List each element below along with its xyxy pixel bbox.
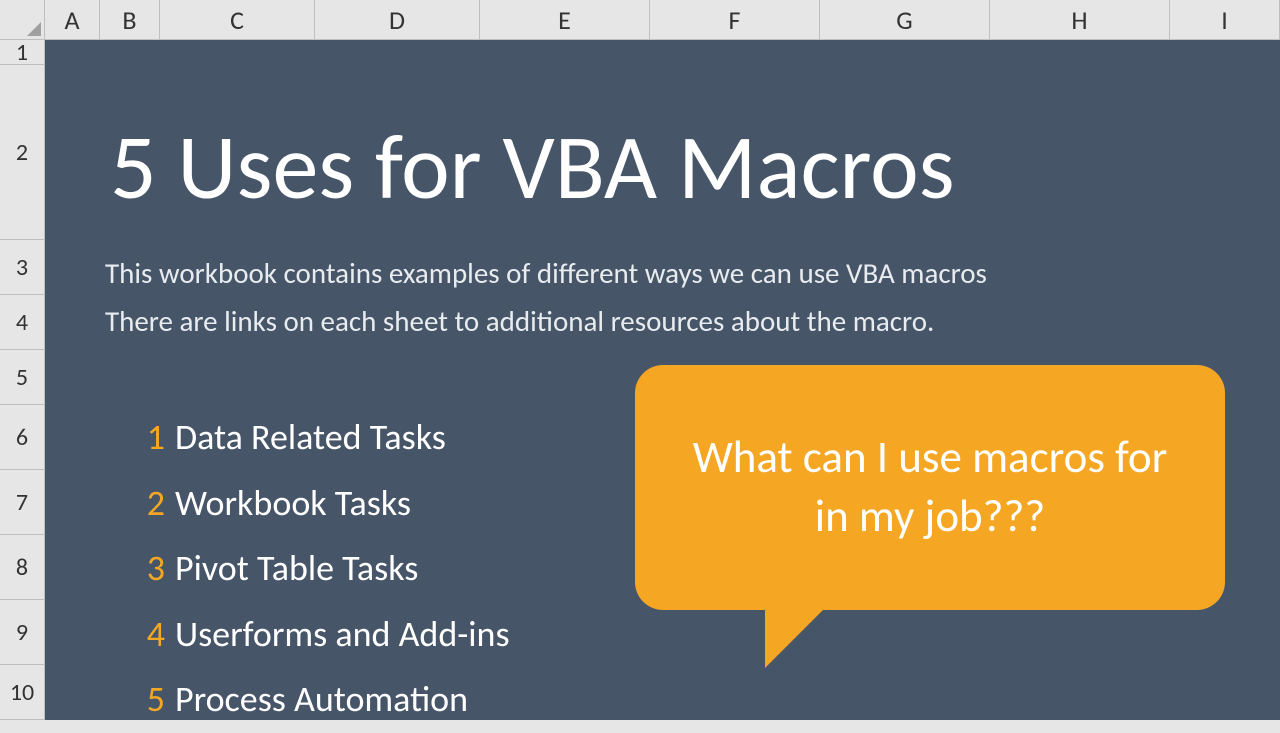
speech-callout-tail-icon: [765, 598, 835, 668]
description-text: This workbook contains examples of diffe…: [105, 250, 987, 346]
uses-list: 1 Data Related Tasks 2 Workbook Tasks 3 …: [125, 405, 510, 733]
list-number: 3: [125, 536, 165, 602]
select-all-corner[interactable]: [0, 0, 45, 40]
column-header[interactable]: H: [990, 0, 1170, 40]
column-header[interactable]: D: [315, 0, 480, 40]
list-number: 5: [125, 667, 165, 733]
row-header[interactable]: 4: [0, 295, 45, 350]
row-header[interactable]: 6: [0, 405, 45, 470]
description-line: This workbook contains examples of diffe…: [105, 250, 987, 298]
list-number: 2: [125, 471, 165, 537]
speech-callout: What can I use macros for in my job???: [635, 365, 1225, 610]
list-item: 5 Process Automation: [125, 667, 510, 733]
row-header[interactable]: 1: [0, 40, 45, 65]
column-header[interactable]: B: [100, 0, 160, 40]
row-header[interactable]: 7: [0, 470, 45, 535]
row-header[interactable]: 2: [0, 65, 45, 240]
row-header[interactable]: 5: [0, 350, 45, 405]
list-label: Data Related Tasks: [175, 405, 446, 471]
list-number: 4: [125, 602, 165, 668]
row-header[interactable]: 8: [0, 535, 45, 600]
column-header[interactable]: A: [45, 0, 100, 40]
list-label: Process Automation: [175, 667, 468, 733]
column-header[interactable]: C: [160, 0, 315, 40]
column-header[interactable]: E: [480, 0, 650, 40]
description-line: There are links on each sheet to additio…: [105, 298, 987, 346]
page-title: 5 Uses for VBA Macros: [110, 110, 955, 223]
row-header[interactable]: 3: [0, 240, 45, 295]
list-number: 1: [125, 405, 165, 471]
list-item: 2 Workbook Tasks: [125, 471, 510, 537]
row-header[interactable]: 9: [0, 600, 45, 665]
list-item: 1 Data Related Tasks: [125, 405, 510, 471]
list-label: Workbook Tasks: [175, 471, 411, 537]
list-label: Pivot Table Tasks: [175, 536, 418, 602]
row-header[interactable]: 10: [0, 665, 45, 720]
column-header[interactable]: F: [650, 0, 820, 40]
row-headers-column: 1 2 3 4 5 6 7 8 9 10: [0, 40, 45, 720]
column-header[interactable]: I: [1170, 0, 1280, 40]
callout-text: What can I use macros for in my job???: [675, 429, 1185, 546]
list-label: Userforms and Add-ins: [175, 602, 510, 668]
list-item: 4 Userforms and Add-ins: [125, 602, 510, 668]
list-item: 3 Pivot Table Tasks: [125, 536, 510, 602]
column-header[interactable]: G: [820, 0, 990, 40]
worksheet-area[interactable]: 5 Uses for VBA Macros This workbook cont…: [45, 40, 1280, 720]
column-headers-row: A B C D E F G H I: [0, 0, 1280, 40]
